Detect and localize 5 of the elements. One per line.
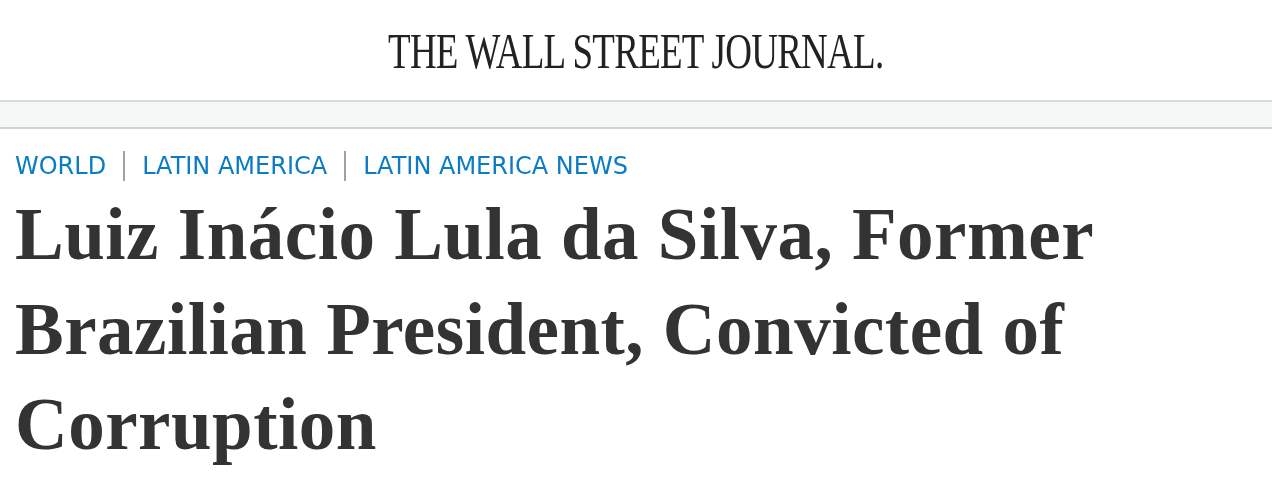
breadcrumb-link[interactable]: LATIN AMERICA	[123, 151, 328, 181]
breadcrumb-link[interactable]: LATIN AMERICA NEWS	[344, 151, 628, 181]
newspaper-logo[interactable]: THE WALL STREET JOURNAL.	[388, 20, 884, 80]
breadcrumb-link[interactable]: WORLD	[15, 151, 107, 181]
article-headline: Luiz Inácio Lula da Silva, Former Brazilian President, Convicted of Corruption	[15, 193, 1094, 467]
